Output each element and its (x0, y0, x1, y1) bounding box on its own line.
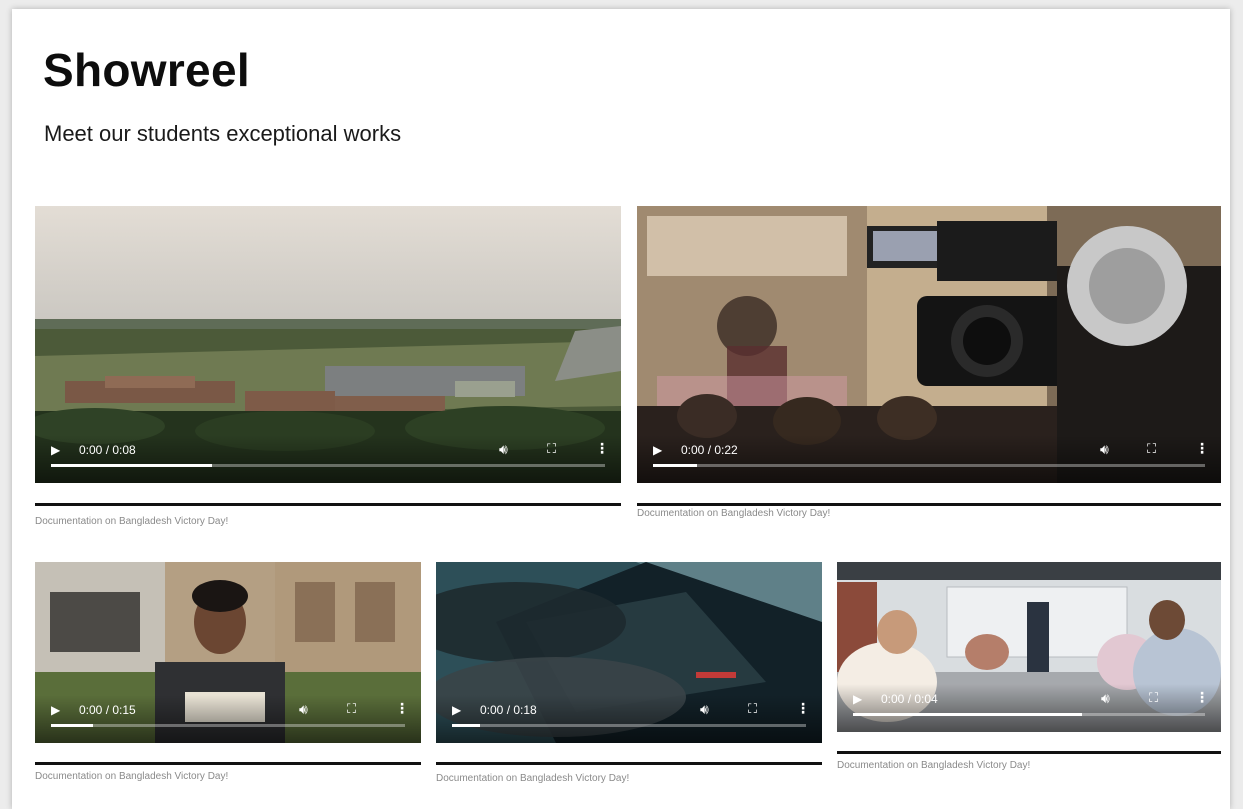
video-controls: ▶ 0:00 / 0:08 🔊︎ ⛶ ⋮ (35, 435, 621, 483)
more-options-icon[interactable]: ⋮ (1195, 689, 1209, 706)
seek-progress (853, 713, 1082, 716)
video-card: ▶ 0:00 / 0:04 🔊︎ ⛶ ⋮ Documentation on Ba… (837, 562, 1221, 792)
divider (35, 762, 421, 765)
page-title: Showreel (43, 44, 250, 96)
play-icon[interactable]: ▶ (51, 703, 60, 717)
play-icon[interactable]: ▶ (51, 443, 60, 457)
fullscreen-icon[interactable]: ⛶ (547, 441, 556, 457)
play-icon[interactable]: ▶ (653, 443, 662, 457)
video-controls: ▶ 0:00 / 0:15 🔊︎ ⛶ ⋮ (35, 695, 421, 743)
play-icon[interactable]: ▶ (452, 703, 461, 717)
video-player[interactable]: ▶ 0:00 / 0:08 🔊︎ ⛶ ⋮ (35, 206, 621, 483)
more-options-icon[interactable]: ⋮ (595, 440, 609, 457)
seek-bar[interactable] (853, 713, 1205, 716)
video-player[interactable]: ▶ 0:00 / 0:04 🔊︎ ⛶ ⋮ (837, 562, 1221, 732)
fullscreen-icon[interactable]: ⛶ (1149, 690, 1158, 706)
seek-progress (452, 724, 481, 727)
more-options-icon[interactable]: ⋮ (1195, 440, 1209, 457)
video-controls: ▶ 0:00 / 0:22 🔊︎ ⛶ ⋮ (637, 435, 1221, 483)
seek-bar[interactable] (452, 724, 806, 727)
volume-icon[interactable]: 🔊︎ (499, 441, 508, 458)
video-controls: ▶ 0:00 / 0:18 🔊︎ ⛶ ⋮ (436, 695, 822, 743)
play-icon[interactable]: ▶ (853, 692, 862, 706)
video-player[interactable]: ▶ 0:00 / 0:22 🔊︎ ⛶ ⋮ (637, 206, 1221, 483)
seek-bar[interactable] (51, 724, 405, 727)
video-time: 0:00 / 0:22 (681, 443, 738, 457)
video-caption: Documentation on Bangladesh Victory Day! (436, 773, 630, 784)
video-caption: Documentation on Bangladesh Victory Day! (35, 516, 229, 527)
video-card: ▶ 0:00 / 0:15 🔊︎ ⛶ ⋮ Documentation on Ba… (35, 562, 421, 792)
video-caption: Documentation on Bangladesh Victory Day! (637, 508, 831, 519)
divider (837, 751, 1221, 754)
seek-progress (51, 464, 212, 467)
volume-icon[interactable]: 🔊︎ (700, 701, 709, 718)
video-player[interactable]: ▶ 0:00 / 0:15 🔊︎ ⛶ ⋮ (35, 562, 421, 743)
seek-progress (653, 464, 698, 467)
volume-icon[interactable]: 🔊︎ (1100, 441, 1109, 458)
more-options-icon[interactable]: ⋮ (395, 700, 409, 717)
page-subtitle: Meet our students exceptional works (44, 121, 402, 146)
video-time: 0:00 / 0:04 (881, 692, 938, 706)
volume-icon[interactable]: 🔊︎ (1101, 690, 1110, 707)
volume-icon[interactable]: 🔊︎ (299, 701, 308, 718)
divider (637, 503, 1221, 506)
video-time: 0:00 / 0:18 (480, 703, 537, 717)
video-time: 0:00 / 0:15 (79, 703, 136, 717)
seek-bar[interactable] (51, 464, 605, 467)
video-card: ▶ 0:00 / 0:08 🔊︎ ⛶ ⋮ Documentation on Ba… (35, 206, 621, 532)
fullscreen-icon[interactable]: ⛶ (1147, 441, 1156, 457)
divider (436, 762, 822, 765)
showreel-page: Showreel Meet our students exceptional w… (12, 9, 1230, 809)
video-player[interactable]: ▶ 0:00 / 0:18 🔊︎ ⛶ ⋮ (436, 562, 822, 743)
video-card: ▶ 0:00 / 0:18 🔊︎ ⛶ ⋮ Documentation on Ba… (436, 562, 822, 792)
video-card: ▶ 0:00 / 0:22 🔊︎ ⛶ ⋮ Documentation on Ba… (637, 206, 1221, 532)
video-caption: Documentation on Bangladesh Victory Day! (837, 760, 1031, 771)
video-time: 0:00 / 0:08 (79, 443, 136, 457)
more-options-icon[interactable]: ⋮ (796, 700, 810, 717)
divider (35, 503, 621, 506)
video-caption: Documentation on Bangladesh Victory Day! (35, 771, 229, 782)
video-controls: ▶ 0:00 / 0:04 🔊︎ ⛶ ⋮ (837, 684, 1221, 732)
fullscreen-icon[interactable]: ⛶ (748, 701, 757, 717)
seek-bar[interactable] (653, 464, 1205, 467)
seek-progress (51, 724, 94, 727)
fullscreen-icon[interactable]: ⛶ (347, 701, 356, 717)
